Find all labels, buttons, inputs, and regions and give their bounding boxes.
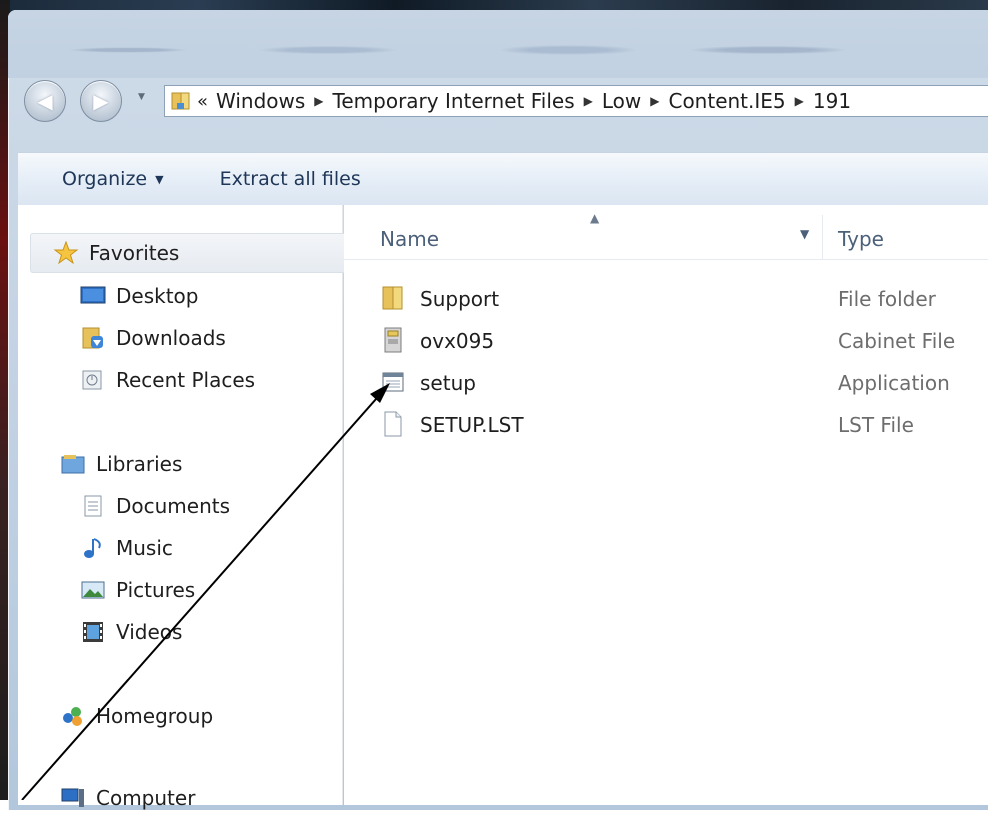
pictures-icon [81,581,105,599]
file-row-ovx095[interactable]: ovx095 Cabinet File [344,321,988,363]
sort-ascending-icon: ▲ [590,211,600,225]
cabinet-file-icon [384,327,402,353]
computer-icon [61,788,84,807]
file-row-setup-lst[interactable]: SETUP.LST LST File [344,405,988,447]
arrow-left-icon: ◀ [37,89,53,113]
extract-all-files-button[interactable]: Extract all files [220,168,361,190]
nav-item-favorites[interactable]: Favorites [30,233,346,273]
breadcrumb-low[interactable]: Low [602,89,641,113]
file-row-setup[interactable]: setup Application [344,363,988,405]
column-header-row: ▲ Name ▼ Type [344,205,988,260]
file-type: Application [838,371,950,395]
column-header-type[interactable]: Type [838,227,884,251]
nav-item-homegroup[interactable]: Homegroup [60,699,213,733]
file-list: ▲ Name ▼ Type Support File folder ovx095… [344,205,988,805]
videos-icon [83,622,103,642]
desktop-icon [80,286,106,304]
file-type: LST File [838,413,914,437]
nav-item-libraries[interactable]: Libraries [60,447,182,481]
breadcrumb-temporary-internet-files[interactable]: Temporary Internet Files [333,89,575,113]
navigation-pane: Favorites Desktop Downloads Recent Place… [18,205,346,810]
breadcrumb-separator-icon[interactable]: ▶ [314,94,323,108]
breadcrumb-191[interactable]: 191 [813,89,851,113]
recent-pages-dropdown[interactable]: ▼ [138,92,148,108]
forward-button[interactable]: ▶ [80,80,122,122]
folder-icon [171,92,190,110]
recent-places-icon [82,370,102,390]
breadcrumb-windows[interactable]: Windows [216,89,305,113]
organize-button[interactable]: Organize ▼ [62,168,164,190]
libraries-icon [61,455,85,474]
nav-item-videos[interactable]: Videos [80,615,182,649]
downloads-icon [82,327,103,349]
file-type: Cabinet File [838,329,956,353]
column-header-name[interactable]: Name [380,227,439,251]
file-name: Support [420,287,500,311]
address-bar[interactable]: « Windows ▶ Temporary Internet Files ▶ L… [164,85,988,117]
homegroup-icon [63,707,82,726]
breadcrumb-overflow[interactable]: « [197,91,208,112]
file-type: File folder [838,287,936,311]
document-icon [84,495,102,517]
folder-icon [382,286,403,310]
file-name: ovx095 [420,329,495,353]
star-icon [53,241,79,265]
music-note-icon [84,538,101,558]
breadcrumb-separator-icon[interactable]: ▶ [650,94,659,108]
file-name: SETUP.LST [420,413,524,437]
arrow-right-icon: ▶ [93,89,109,113]
column-divider[interactable] [822,215,823,259]
document-icon [384,411,402,437]
nav-item-documents[interactable]: Documents [80,489,230,523]
breadcrumb-content-ie5[interactable]: Content.IE5 [668,89,785,113]
title-bar [8,10,988,78]
column-filter-dropdown[interactable]: ▼ [800,227,809,241]
file-row-support[interactable]: Support File folder [344,279,988,321]
back-button[interactable]: ◀ [24,80,66,122]
nav-item-music[interactable]: Music [80,531,173,565]
nav-item-pictures[interactable]: Pictures [80,573,195,607]
breadcrumb-separator-icon[interactable]: ▶ [795,94,804,108]
nav-item-downloads[interactable]: Downloads [80,321,226,355]
file-name: setup [420,371,476,395]
application-icon [382,372,404,392]
command-bar: Organize ▼ Extract all files [18,152,988,206]
nav-item-desktop[interactable]: Desktop [80,279,198,313]
nav-item-recent-places[interactable]: Recent Places [80,363,255,397]
breadcrumb-separator-icon[interactable]: ▶ [584,94,593,108]
nav-item-computer[interactable]: Computer [60,781,195,815]
chevron-down-icon: ▼ [155,172,164,186]
chevron-down-icon: ▼ [138,92,145,102]
